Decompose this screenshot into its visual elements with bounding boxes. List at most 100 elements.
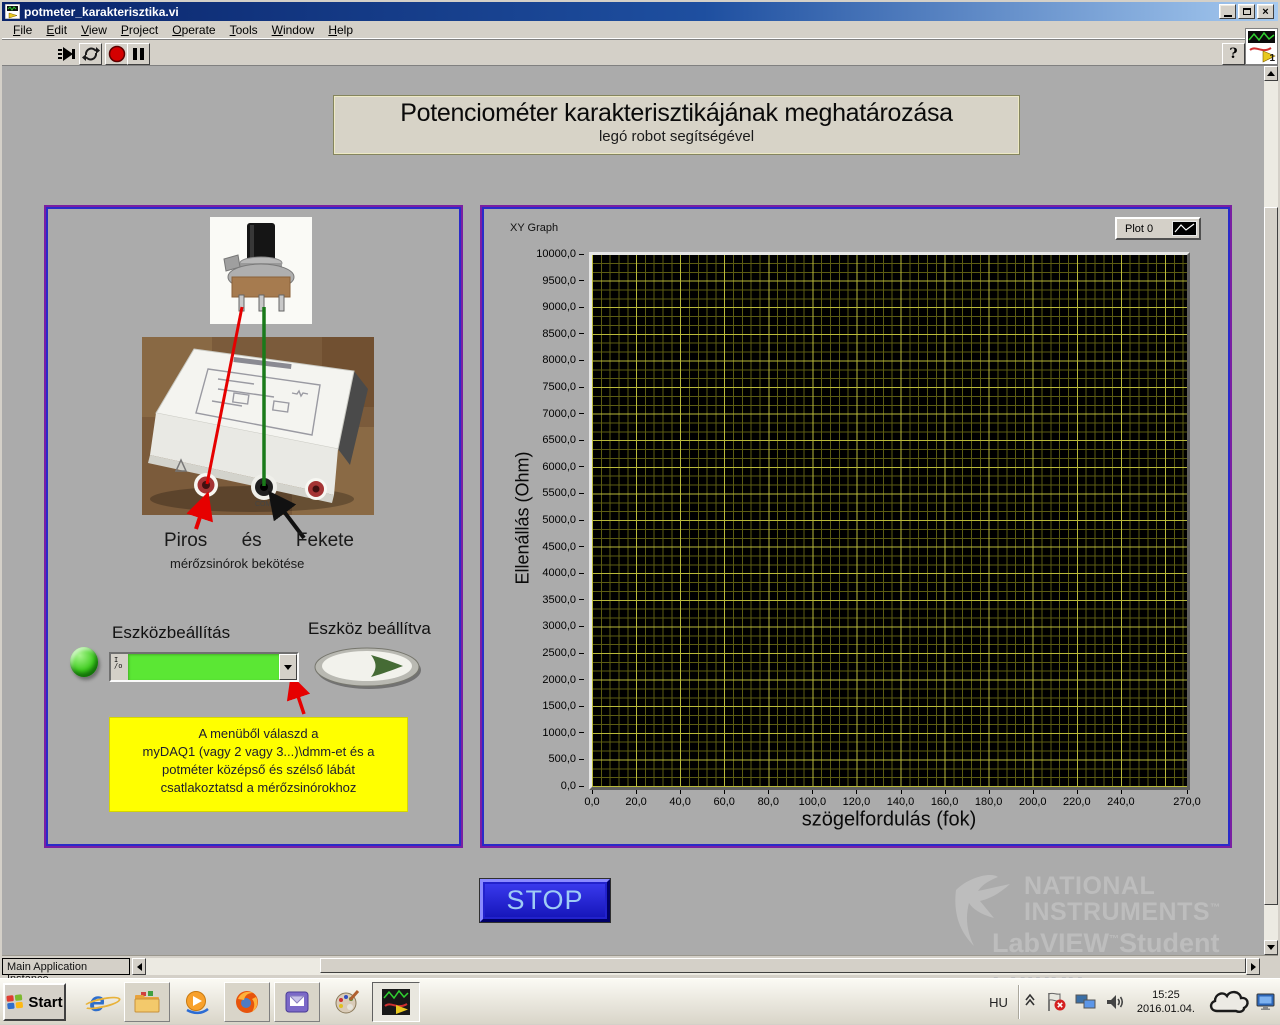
y-tick-label: 1500,0: [520, 700, 584, 712]
instance-number: 1: [1269, 53, 1275, 64]
quicklaunch-journal[interactable]: [274, 982, 320, 1022]
tray-clock[interactable]: 15:25 2016.01.04.: [1137, 988, 1195, 1016]
plot-legend-label: Plot 0: [1117, 223, 1172, 235]
y-tick-label: 8500,0: [520, 328, 584, 340]
status-bar: Main Application Instance: [2, 955, 1278, 977]
potentiometer-photo: [210, 217, 312, 324]
y-tick-label: 9500,0: [520, 275, 584, 287]
hide-icons-chevron[interactable]: [1022, 992, 1038, 1012]
black-wire-label: Fekete: [296, 530, 354, 552]
run-continuous-button[interactable]: [79, 43, 102, 65]
front-panel: Potenciométer karakterisztikájának megha…: [2, 66, 1264, 955]
plot-area[interactable]: [592, 255, 1187, 787]
network-icon: [1074, 992, 1098, 1012]
x-axis-label: szögelfordulás (fok): [739, 809, 1039, 832]
horizontal-scroll-thumb[interactable]: [320, 958, 1246, 973]
display-tray-icon[interactable]: [1256, 993, 1276, 1011]
red-wire-label: Piros: [164, 530, 207, 552]
folder-icon: [133, 990, 161, 1014]
x-tick-label: 240,0: [1095, 796, 1147, 808]
tray-divider: [1018, 985, 1019, 1019]
y-tick-label: 2000,0: [520, 674, 584, 686]
scroll-up-button[interactable]: [1264, 66, 1278, 81]
system-tray: HU 15:25 2016.01.: [979, 979, 1280, 1025]
stop-button[interactable]: STOP: [480, 879, 610, 922]
y-tick-label: 500,0: [520, 753, 584, 765]
and-label: és: [242, 530, 262, 552]
menu-file[interactable]: File: [6, 21, 39, 39]
note-line: csatlakoztatsd a mérőzsinórokhoz: [110, 779, 407, 797]
cloud-sync-tray-icon[interactable]: [1206, 987, 1250, 1017]
menu-view[interactable]: View: [74, 21, 114, 39]
volume-tray-icon[interactable]: [1104, 992, 1126, 1012]
window-titlebar[interactable]: potmeter_karakterisztika.vi ×: [2, 2, 1278, 21]
y-tick-label: 0,0: [520, 780, 584, 792]
horizontal-scroll-track: [146, 958, 1246, 975]
restore-button[interactable]: [1238, 4, 1255, 19]
ni-brand-line2: INSTRUMENTS™: [1024, 898, 1221, 927]
note-line: potméter középső és szélső lábát: [110, 761, 407, 779]
menu-edit[interactable]: Edit: [39, 21, 74, 39]
start-label: Start: [28, 994, 62, 1011]
quicklaunch-media-player[interactable]: [174, 982, 220, 1022]
y-tick-label: 9000,0: [520, 301, 584, 313]
io-icon: I /o: [111, 654, 128, 680]
close-button[interactable]: ×: [1257, 4, 1274, 19]
restore-icon: [1243, 8, 1251, 15]
note-line: A menüből válaszd a: [110, 725, 407, 743]
run-button[interactable]: [55, 43, 78, 65]
com-jack-label: COM: [255, 501, 272, 508]
y-tick-label: 1000,0: [520, 727, 584, 739]
wire-caption: mérőzsinórok bekötése: [170, 556, 304, 571]
context-help-button[interactable]: ?: [1222, 43, 1245, 65]
security-alert-tray-icon[interactable]: [1044, 991, 1068, 1013]
menu-project[interactable]: Project: [114, 21, 165, 39]
device-ready-button[interactable]: [313, 645, 423, 691]
pause-button[interactable]: [127, 43, 150, 65]
taskbar-labview-app[interactable]: [372, 982, 420, 1022]
quicklaunch-file-explorer[interactable]: [124, 982, 170, 1022]
application-instance-selector[interactable]: Main Application Instance: [2, 958, 130, 975]
vertical-scrollbar: [1264, 66, 1278, 955]
wire-labels: Piros és Fekete: [164, 530, 354, 552]
plot-style-icon[interactable]: [1172, 221, 1197, 236]
firefox-icon: [234, 989, 260, 1015]
scroll-left-button[interactable]: [132, 958, 146, 975]
combo-dropdown-button[interactable]: [279, 654, 297, 680]
pause-icon: [133, 48, 144, 60]
y-tick-label: 10000,0: [520, 248, 584, 260]
abort-button[interactable]: [105, 43, 128, 65]
abort-icon: [108, 45, 126, 63]
scroll-right-button[interactable]: [1246, 958, 1260, 975]
chevron-up-icon: [1022, 992, 1038, 1012]
run-icon: [57, 45, 77, 63]
quicklaunch-firefox[interactable]: [224, 982, 270, 1022]
menu-tools[interactable]: Tools: [223, 21, 265, 39]
arrow-left-icon: [133, 963, 142, 971]
arrow-down-icon: [1267, 945, 1275, 954]
device-select-combo[interactable]: I /o: [109, 652, 299, 682]
vertical-scroll-thumb[interactable]: [1264, 207, 1278, 905]
menu-window[interactable]: Window: [265, 21, 322, 39]
device-select-value[interactable]: [128, 654, 279, 680]
window-title: potmeter_karakterisztika.vi: [24, 5, 179, 19]
quicklaunch-internet-explorer[interactable]: e: [74, 982, 120, 1022]
language-indicator[interactable]: HU: [979, 995, 1018, 1010]
scroll-down-button[interactable]: [1264, 940, 1278, 955]
clock-date: 2016.01.04.: [1137, 1002, 1195, 1016]
minimize-button[interactable]: [1219, 4, 1236, 19]
internet-explorer-icon: e: [89, 986, 105, 1018]
menubar: FileEditViewProjectOperateToolsWindowHel…: [2, 21, 1278, 39]
menu-help[interactable]: Help: [321, 21, 360, 39]
toolbar: ? 1: [2, 39, 1278, 66]
quicklaunch-paint[interactable]: [324, 982, 370, 1022]
panel-subtitle: legó robot segítségével: [334, 128, 1019, 145]
menu-operate[interactable]: Operate: [165, 21, 222, 39]
y-tick-label: 8000,0: [520, 354, 584, 366]
start-button[interactable]: Start: [3, 983, 66, 1021]
device-ready-label: Eszköz beállítva: [308, 619, 431, 639]
plot-legend[interactable]: Plot 0: [1115, 217, 1201, 240]
arrow-right-icon: [1251, 963, 1260, 971]
network-tray-icon[interactable]: [1074, 992, 1098, 1012]
paint-icon: [334, 989, 360, 1015]
